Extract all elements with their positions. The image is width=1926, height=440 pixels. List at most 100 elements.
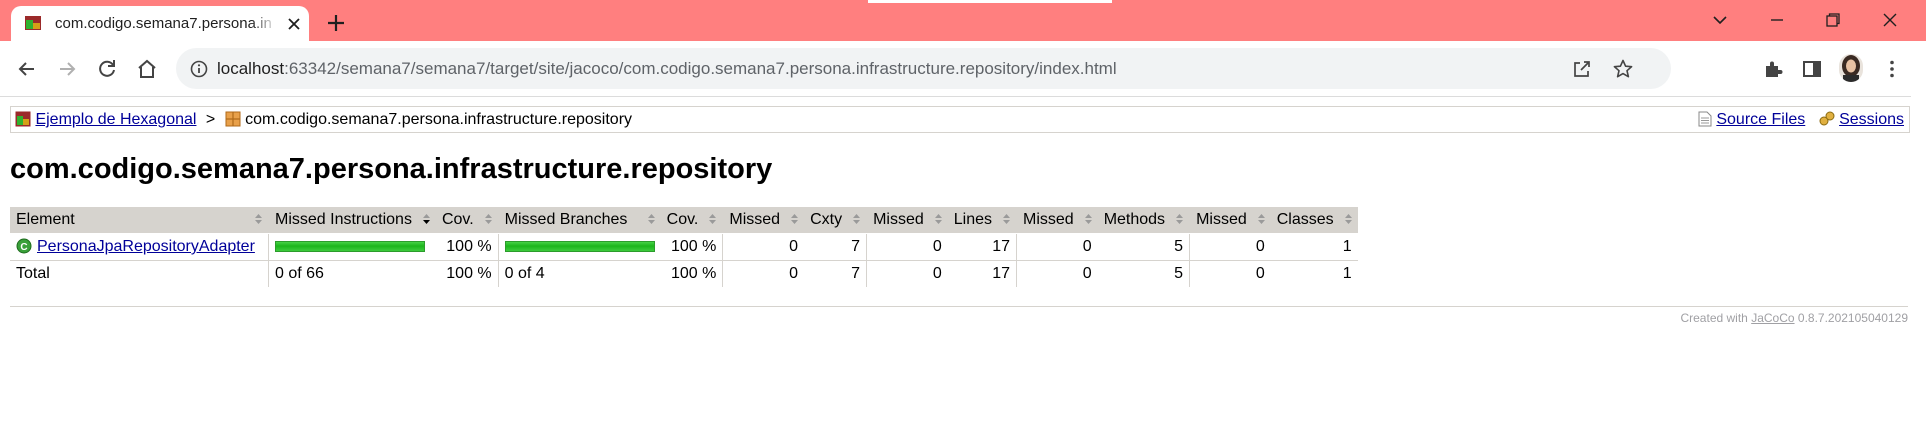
- header-label: Missed: [873, 211, 924, 228]
- page-title: com.codigo.semana7.persona.infrastructur…: [10, 153, 773, 185]
- cell-instr-cov: 100 %: [435, 233, 499, 261]
- cell-missed-methods: 0: [1015, 233, 1098, 261]
- header-label: Element: [16, 211, 75, 228]
- jacoco-link[interactable]: JaCoCo: [1751, 311, 1794, 325]
- extensions-icon[interactable]: [1761, 57, 1785, 81]
- header-label: Missed: [729, 211, 781, 228]
- restore-icon[interactable]: [1821, 8, 1845, 32]
- class-link[interactable]: PersonaJpaRepositoryAdapter: [37, 238, 255, 255]
- header-cxty[interactable]: Cxty: [804, 207, 867, 234]
- header-label: Methods: [1103, 211, 1166, 228]
- tab-title: com.codigo.semana7.persona.in: [55, 15, 272, 32]
- header-missed-methods[interactable]: Missed: [1015, 207, 1098, 234]
- close-window-icon[interactable]: [1878, 8, 1902, 32]
- sort-icon: [1003, 214, 1010, 224]
- url-path: :63342/semana7/semana7/target/site/jacoc…: [284, 59, 1117, 78]
- forward-icon[interactable]: [55, 57, 79, 81]
- header-methods[interactable]: Methods: [1097, 207, 1190, 234]
- sort-icon: [1344, 214, 1352, 224]
- sessions-link[interactable]: Sessions: [1839, 111, 1904, 128]
- header-label: Missed: [1023, 211, 1074, 228]
- header-label: Missed: [1196, 211, 1247, 228]
- tab-search-chevron-icon[interactable]: [1708, 8, 1732, 32]
- breadcrumb-links: Source Files Sessions: [1698, 107, 1904, 132]
- total-missed-branches: 0 of 4: [497, 260, 661, 287]
- sort-icon: [647, 214, 655, 224]
- home-icon[interactable]: [135, 57, 159, 81]
- header-branch-cov[interactable]: Cov.: [660, 207, 723, 234]
- table-row: C PersonaJpaRepositoryAdapter 100 % 100 …: [10, 233, 1358, 261]
- report-icon: [15, 111, 31, 127]
- total-label: Total: [10, 260, 269, 287]
- breadcrumb-current: com.codigo.semana7.persona.infrastructur…: [245, 111, 633, 128]
- new-tab-icon[interactable]: [325, 12, 347, 34]
- breadcrumb: Ejemplo de Hexagonal > com.codigo.semana…: [10, 106, 1910, 133]
- cell-missed-classes: 0: [1189, 233, 1271, 261]
- url-text[interactable]: localhost:63342/semana7/semana7/target/s…: [217, 58, 1117, 79]
- source-files-link[interactable]: Source Files: [1716, 111, 1805, 128]
- header-missed-cxty[interactable]: Missed: [722, 207, 805, 234]
- reload-icon[interactable]: [95, 57, 119, 81]
- sort-icon: [1084, 214, 1092, 224]
- sort-icon: [255, 214, 262, 224]
- cell-cxty: 7: [804, 233, 867, 261]
- sort-icon: [1176, 214, 1184, 224]
- footer: Created with JaCoCo 0.8.7.202105040129: [1680, 311, 1908, 325]
- header-classes[interactable]: Classes: [1270, 207, 1358, 234]
- breadcrumb-separator: >: [205, 111, 216, 128]
- sort-icon: [484, 214, 492, 224]
- info-icon[interactable]: [190, 60, 208, 78]
- cell-element: C PersonaJpaRepositoryAdapter: [10, 233, 269, 261]
- package-icon: [225, 111, 241, 127]
- cell-missed-instructions: [267, 233, 436, 261]
- total-cxty: 7: [804, 260, 867, 287]
- cell-missed-cxty: 0: [722, 233, 805, 261]
- sort-icon: [934, 214, 942, 224]
- header-label: Missed Branches: [504, 211, 628, 228]
- cell-missed-lines: 0: [866, 233, 948, 261]
- header-label: Cov.: [666, 211, 699, 228]
- back-icon[interactable]: [15, 57, 39, 81]
- browser-titlebar: com.codigo.semana7.persona.in: [0, 0, 1926, 41]
- total-classes: 1: [1270, 260, 1358, 287]
- header-element[interactable]: Element: [10, 207, 269, 234]
- page-scrollbar[interactable]: [1911, 96, 1926, 440]
- sort-icon: [709, 214, 717, 224]
- total-instr-cov: 100 %: [435, 260, 499, 287]
- instructions-coverage-bar: [275, 241, 425, 253]
- sessions-icon: [1819, 111, 1835, 126]
- cell-lines: 17: [947, 233, 1017, 261]
- star-icon[interactable]: [1612, 58, 1634, 80]
- menu-icon[interactable]: [1880, 57, 1904, 81]
- browser-toolbar: localhost:63342/semana7/semana7/target/s…: [0, 41, 1926, 97]
- footer-created-with: Created with: [1680, 311, 1748, 325]
- header-lines[interactable]: Lines: [947, 207, 1017, 234]
- header-instr-cov[interactable]: Cov.: [435, 207, 499, 234]
- class-icon: C: [16, 238, 32, 254]
- tab-close-icon[interactable]: [285, 15, 303, 33]
- header-missed-lines[interactable]: Missed: [866, 207, 948, 234]
- coverage-table: Element Missed Instructions Cov. Missed …: [10, 207, 1358, 287]
- header-missed-classes[interactable]: Missed: [1189, 207, 1271, 234]
- footer-version: 0.8.7.202105040129: [1797, 311, 1908, 325]
- header-missed-branches[interactable]: Missed Branches: [497, 207, 661, 234]
- cell-branch-cov: 100 %: [660, 233, 723, 261]
- tab-title-fade: [251, 12, 277, 36]
- header-label: Missed Instructions: [275, 211, 412, 228]
- browser-tab[interactable]: com.codigo.semana7.persona.in: [11, 6, 309, 41]
- header-label: Classes: [1276, 211, 1334, 228]
- side-panel-icon[interactable]: [1800, 57, 1824, 81]
- address-bar[interactable]: localhost:63342/semana7/semana7/target/s…: [176, 48, 1671, 89]
- avatar[interactable]: [1839, 54, 1863, 82]
- table-header-row: Element Missed Instructions Cov. Missed …: [10, 207, 1358, 234]
- total-methods: 5: [1097, 260, 1190, 287]
- total-branch-cov: 100 %: [660, 260, 723, 287]
- breadcrumb-root-link[interactable]: Ejemplo de Hexagonal: [35, 111, 196, 128]
- header-label: Lines: [953, 211, 992, 228]
- header-missed-instructions[interactable]: Missed Instructions: [267, 207, 436, 234]
- titlebar-highlight: [868, 0, 1112, 3]
- total-lines: 17: [947, 260, 1017, 287]
- share-icon[interactable]: [1571, 58, 1593, 80]
- footer-divider: [10, 306, 1908, 307]
- minimize-icon[interactable]: [1765, 8, 1789, 32]
